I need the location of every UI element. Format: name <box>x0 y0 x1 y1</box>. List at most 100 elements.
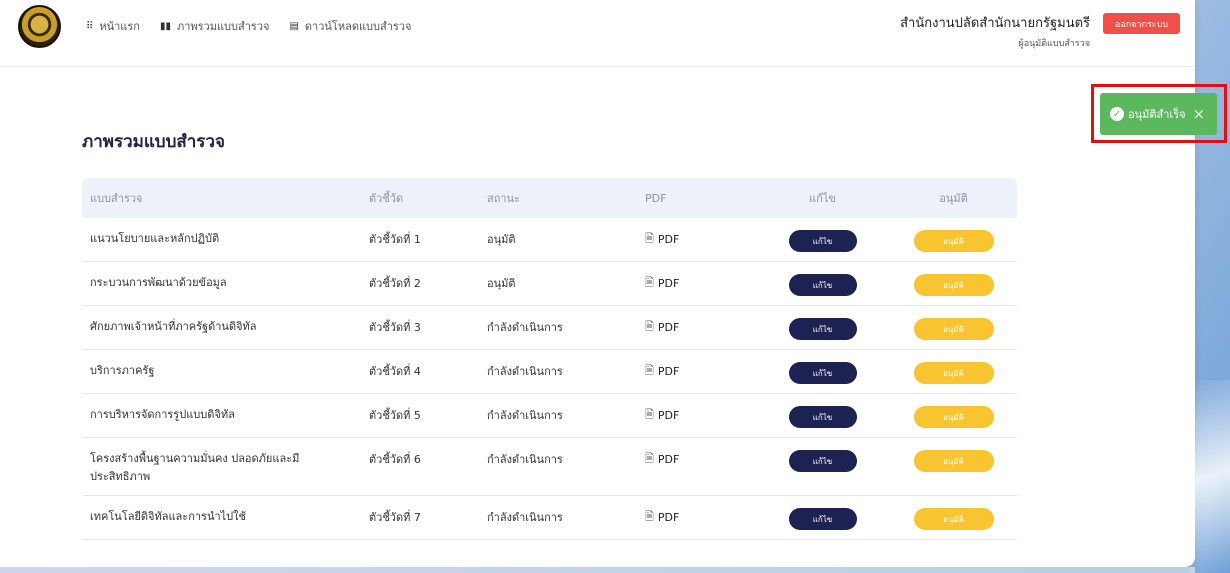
pdf-label: PDF <box>657 365 680 378</box>
survey-name: ศักยภาพเจ้าหน้าที่ภาครัฐด้านดิจิทัล <box>90 320 257 333</box>
table-body: แนวนโยบายและหลักปฏิบัติ ตัวชี้วัดที่ 1 อนุ… <box>82 218 1017 540</box>
bar-chart-icon: ▮▮ <box>159 20 171 32</box>
nav-item-overview-label: ภาพรวมแบบสำรวจ <box>176 20 270 33</box>
status-cell: กำลังดำเนินการ <box>487 511 563 524</box>
approve-button[interactable]: อนุมัติ <box>913 274 994 296</box>
indicator-cell: ตัวชี้วัดที่ 2 <box>369 277 421 290</box>
indicator-cell: ตัวชี้วัดที่ 6 <box>369 453 421 466</box>
document-icon: 🗎 <box>645 408 654 421</box>
document-icon: 🗎 <box>645 232 654 245</box>
nav-item-home-label: หน้าแรก <box>99 20 140 33</box>
edit-cell: แก้ไข <box>755 274 890 296</box>
pdf-link[interactable]: 🗎 PDF <box>645 362 755 381</box>
document-icon: 🗎 <box>645 276 654 289</box>
page-title: ภาพรวมแบบสำรวจ <box>82 132 225 152</box>
indicator-cell: ตัวชี้วัดที่ 3 <box>369 321 421 334</box>
table-row: กระบวนการพัฒนาด้วยข้อมูล ตัวชี้วัดที่ 2 อน… <box>82 262 1017 306</box>
logout-button[interactable]: ออกจากระบบ <box>1103 13 1180 34</box>
table-row: โครงสร้างพื้นฐานความมั่นคง ปลอดภัยและมีป… <box>82 438 1017 496</box>
top-header: ⠿ หน้าแรก ▮▮ ภาพรวมแบบสำรวจ ▤ ดาวน์โหลดแ… <box>0 0 1195 62</box>
top-nav: ⠿ หน้าแรก ▮▮ ภาพรวมแบบสำรวจ ▤ ดาวน์โหลดแ… <box>86 17 411 35</box>
table-icon: ▤ <box>289 20 299 32</box>
highlight-box <box>1091 84 1227 143</box>
government-logo[interactable] <box>18 5 61 48</box>
edit-button[interactable]: แก้ไข <box>788 274 857 296</box>
edit-cell: แก้ไข <box>755 230 890 252</box>
approve-button[interactable]: อนุมัติ <box>913 450 994 472</box>
document-icon: 🗎 <box>645 510 654 523</box>
bottom-strip <box>0 567 1195 573</box>
table-row: ศักยภาพเจ้าหน้าที่ภาครัฐด้านดิจิทัล ตัวชี… <box>82 306 1017 350</box>
table-row: เทคโนโลยีดิจิทัลและการนำไปใช้ ตัวชี้วัดที… <box>82 496 1017 540</box>
pdf-link[interactable]: 🗎 PDF <box>645 450 755 469</box>
header-status: สถานะ <box>487 192 520 205</box>
approve-button[interactable]: อนุมัติ <box>913 406 994 428</box>
table-row: การบริหารจัดการรูปแบบดิจิทัล ตัวชี้วัดที่… <box>82 394 1017 438</box>
edit-cell: แก้ไข <box>755 406 890 428</box>
header-edit: แก้ไข <box>809 192 836 205</box>
approve-cell: อนุมัติ <box>890 508 1017 530</box>
approve-button[interactable]: อนุมัติ <box>913 318 994 340</box>
header-approve: อนุมัติ <box>939 192 968 205</box>
nav-item-download-label: ดาวน์โหลดแบบสำรวจ <box>304 20 412 33</box>
table-row: บริการภาครัฐ ตัวชี้วัดที่ 4 กำลังดำเนินการ… <box>82 350 1017 394</box>
nav-item-home[interactable]: ⠿ หน้าแรก <box>86 17 140 35</box>
survey-name: การบริหารจัดการรูปแบบดิจิทัล <box>90 408 235 421</box>
status-cell: กำลังดำเนินการ <box>487 409 563 422</box>
pdf-link[interactable]: 🗎 PDF <box>645 406 755 425</box>
survey-name: โครงสร้างพื้นฐานความมั่นคง ปลอดภัยและมีป… <box>90 452 300 483</box>
indicator-cell: ตัวชี้วัดที่ 1 <box>369 233 421 246</box>
grid-icon: ⠿ <box>86 20 94 32</box>
nav-item-overview[interactable]: ▮▮ ภาพรวมแบบสำรวจ <box>160 17 270 35</box>
approve-button[interactable]: อนุมัติ <box>913 362 994 384</box>
pdf-link[interactable]: 🗎 PDF <box>645 508 755 527</box>
indicator-cell: ตัวชี้วัดที่ 5 <box>369 409 421 422</box>
approve-cell: อนุมัติ <box>890 362 1017 384</box>
document-icon: 🗎 <box>645 320 654 333</box>
edit-cell: แก้ไข <box>755 362 890 384</box>
edit-button[interactable]: แก้ไข <box>788 362 857 384</box>
header-pdf: PDF <box>645 191 667 205</box>
organization-name: สำนักงานปลัดสำนักนายกรัฐมนตรี <box>900 16 1090 31</box>
pdf-label: PDF <box>657 453 680 466</box>
user-role: ผู้อนุมัติแบบสำรวจ <box>1018 39 1090 49</box>
pdf-link[interactable]: 🗎 PDF <box>645 318 755 337</box>
survey-name: แนวนโยบายและหลักปฏิบัติ <box>90 232 220 245</box>
pdf-label: PDF <box>657 233 680 246</box>
edit-cell: แก้ไข <box>755 318 890 340</box>
edit-button[interactable]: แก้ไข <box>788 406 857 428</box>
indicator-cell: ตัวชี้วัดที่ 7 <box>369 511 421 524</box>
status-cell: กำลังดำเนินการ <box>487 453 563 466</box>
pdf-link[interactable]: 🗎 PDF <box>645 230 755 249</box>
status-cell: อนุมัติ <box>487 277 516 290</box>
approve-cell: อนุมัติ <box>890 318 1017 340</box>
approve-cell: อนุมัติ <box>890 406 1017 428</box>
edit-button[interactable]: แก้ไข <box>788 230 857 252</box>
edit-button[interactable]: แก้ไข <box>788 450 857 472</box>
edit-button[interactable]: แก้ไข <box>788 318 857 340</box>
pdf-label: PDF <box>657 321 680 334</box>
nav-item-download[interactable]: ▤ ดาวน์โหลดแบบสำรวจ <box>289 17 411 35</box>
document-icon: 🗎 <box>645 364 654 377</box>
header-indicator: ตัวชี้วัด <box>369 192 404 205</box>
header-divider <box>0 66 1195 67</box>
pdf-label: PDF <box>657 277 680 290</box>
table-header: แบบสำรวจ ตัวชี้วัด สถานะ PDF แก้ไข อนุมั… <box>82 178 1017 218</box>
survey-name: กระบวนการพัฒนาด้วยข้อมูล <box>90 276 227 289</box>
approve-cell: อนุมัติ <box>890 274 1017 296</box>
survey-table: แบบสำรวจ ตัวชี้วัด สถานะ PDF แก้ไข อนุมั… <box>82 178 1017 540</box>
survey-name: เทคโนโลยีดิจิทัลและการนำไปใช้ <box>90 510 247 523</box>
table-row: แนวนโยบายและหลักปฏิบัติ ตัวชี้วัดที่ 1 อนุ… <box>82 218 1017 262</box>
edit-cell: แก้ไข <box>755 450 890 472</box>
approve-cell: อนุมัติ <box>890 450 1017 472</box>
edit-cell: แก้ไข <box>755 508 890 530</box>
status-cell: กำลังดำเนินการ <box>487 365 563 378</box>
pdf-link[interactable]: 🗎 PDF <box>645 274 755 293</box>
pdf-label: PDF <box>657 409 680 422</box>
document-icon: 🗎 <box>645 452 654 465</box>
approve-button[interactable]: อนุมัติ <box>913 230 994 252</box>
pdf-label: PDF <box>657 511 680 524</box>
user-info: สำนักงานปลัดสำนักนายกรัฐมนตรี ผู้อนุมัติ… <box>900 12 1090 50</box>
edit-button[interactable]: แก้ไข <box>788 508 857 530</box>
approve-button[interactable]: อนุมัติ <box>913 508 994 530</box>
